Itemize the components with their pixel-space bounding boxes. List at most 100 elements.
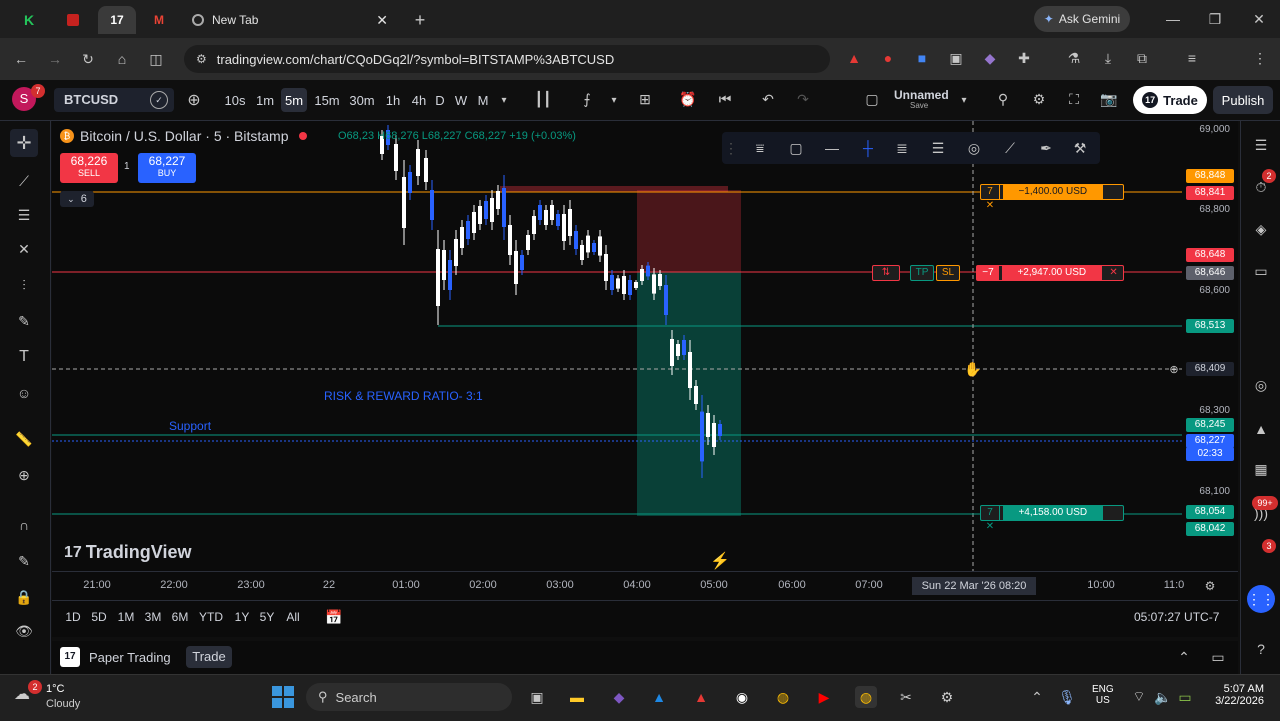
- horizontal-line-icon[interactable]: —: [820, 136, 844, 160]
- settings-app-icon[interactable]: ⚙: [936, 686, 958, 708]
- range-ytd[interactable]: YTD: [199, 610, 223, 624]
- stop-loss-zone: [637, 190, 741, 272]
- position-pnl-1: −1,400.00 USD: [1002, 185, 1103, 199]
- clock-timezone[interactable]: 05:07:27 UTC-7: [1134, 610, 1219, 624]
- range-1y[interactable]: 1Y: [235, 610, 250, 624]
- windows-taskbar: [0, 674, 1280, 721]
- taskbar-search[interactable]: ⚲ Search: [306, 683, 512, 711]
- range-bar: [52, 600, 1238, 637]
- support-annotation[interactable]: Support: [169, 419, 211, 433]
- range-5y[interactable]: 5Y: [260, 610, 275, 624]
- candle-body: [622, 276, 626, 294]
- cross-line-icon[interactable]: ┼: [856, 136, 880, 160]
- wifi-icon[interactable]: ⌔: [1130, 688, 1148, 706]
- pen-tool-icon[interactable]: ✒: [1034, 136, 1058, 160]
- mic-icon[interactable]: 🎙: [1058, 688, 1076, 706]
- task-view-icon[interactable]: ▣: [526, 686, 548, 708]
- chrome-active-icon[interactable]: ◍: [855, 686, 877, 708]
- candle-body: [466, 221, 470, 239]
- trade-panel-button[interactable]: Trade: [186, 646, 232, 668]
- youtube-icon[interactable]: ▶: [813, 686, 835, 708]
- windows-start-icon[interactable]: [272, 686, 294, 708]
- candle-body: [574, 231, 578, 249]
- maps-icon[interactable]: ◉: [731, 686, 753, 708]
- circle-tool-icon[interactable]: ◎: [962, 136, 986, 160]
- parallel-tool-icon[interactable]: ☰: [926, 136, 950, 160]
- hline-tool-icon[interactable]: ⩸: [748, 136, 772, 160]
- goto-date-icon[interactable]: 📅: [324, 607, 344, 627]
- range-1m[interactable]: 1M: [118, 610, 135, 624]
- candle-body: [646, 265, 650, 277]
- range-all[interactable]: All: [286, 610, 299, 624]
- tray-overflow-icon[interactable]: ⌃: [1028, 688, 1046, 706]
- price-label-68054: 68,054: [1186, 505, 1234, 519]
- time-tick: 06:00: [778, 579, 806, 591]
- position-label-2[interactable]: −7 +2,947.00 USD ✕: [976, 265, 1124, 281]
- position-qty-1: 7: [981, 185, 1000, 199]
- price-label-68042: 68,042: [1186, 522, 1234, 536]
- tv-watermark-icon: 17: [64, 543, 82, 561]
- reverse-position-icon[interactable]: ⇅: [872, 265, 900, 281]
- add-tp-button[interactable]: TP: [910, 265, 934, 281]
- axis-settings-icon[interactable]: ⚙: [1200, 577, 1220, 595]
- rr-annotation[interactable]: RISK & REWARD RATIO- 3:1: [324, 389, 483, 403]
- maximize-panel-icon[interactable]: ▭: [1208, 648, 1228, 666]
- position-pnl-3: +4,158.00 USD: [1002, 506, 1103, 520]
- candle-body: [424, 158, 428, 182]
- price-label-68848: 68,848: [1186, 169, 1234, 183]
- candle-body: [442, 250, 446, 280]
- add-alert-plus-icon[interactable]: ⊕: [1166, 362, 1182, 376]
- range-6m[interactable]: 6M: [172, 610, 189, 624]
- volume-icon[interactable]: 🔈: [1154, 688, 1172, 706]
- candle-body: [658, 274, 662, 286]
- language-indicator[interactable]: ENG US: [1092, 684, 1114, 706]
- range-5d[interactable]: 5D: [91, 610, 106, 624]
- range-3m[interactable]: 3M: [145, 610, 162, 624]
- price-tick: 68,100: [1199, 486, 1230, 497]
- drag-handle-icon[interactable]: ⋮: [724, 138, 738, 158]
- lightning-icon[interactable]: ⚡: [708, 550, 732, 572]
- candle-body: [550, 205, 554, 220]
- close-position-icon-2[interactable]: ✕: [1105, 266, 1123, 280]
- indicators-collapse[interactable]: ⌄ 6: [60, 191, 94, 207]
- close-position-icon-1[interactable]: ✕: [981, 199, 999, 213]
- system-clock[interactable]: 5:07 AM 3/22/2026: [1204, 683, 1264, 707]
- chevron-up-icon[interactable]: ⌃: [1174, 648, 1194, 666]
- store-icon[interactable]: ▲: [648, 686, 670, 708]
- chrome-icon[interactable]: ◍: [772, 686, 794, 708]
- rectangle-tool-icon[interactable]: ▢: [784, 136, 808, 160]
- file-explorer-icon[interactable]: ▬: [566, 686, 588, 708]
- ohlc-values: O68,23 H68,276 L68,227 C68,227 +19 (+0.0…: [338, 130, 576, 142]
- ray-tool-icon[interactable]: ⟋: [998, 136, 1022, 160]
- candle-body: [484, 201, 488, 219]
- floating-drawing-toolbar: ⋮ ⩸ ▢ — ┼ ≣ ☰ ◎ ⟋ ✒ ⚒: [722, 132, 1100, 164]
- buy-label: BUY: [157, 168, 177, 178]
- legend-title[interactable]: Bitcoin / U.S. Dollar · 5 · Bitstamp: [80, 128, 289, 144]
- language-code: ENG: [1092, 684, 1114, 695]
- candle-body: [586, 235, 590, 253]
- snipping-tool-icon[interactable]: ✂: [895, 686, 917, 708]
- price-label-crosshair: 68,409: [1186, 362, 1234, 376]
- candle-body: [508, 225, 512, 255]
- time-tick: 22: [322, 579, 336, 591]
- paper-trading-label[interactable]: Paper Trading: [89, 650, 171, 665]
- copilot-icon[interactable]: ◆: [608, 686, 630, 708]
- collapsed-count: 6: [80, 193, 87, 205]
- candle-body: [514, 251, 518, 284]
- candle-body: [490, 198, 494, 222]
- add-sl-button[interactable]: SL: [936, 265, 960, 281]
- sell-button[interactable]: 68,226 SELL: [60, 153, 118, 183]
- battery-icon[interactable]: ▭: [1176, 688, 1194, 706]
- range-1d[interactable]: 1D: [65, 610, 80, 624]
- brush-tool-icon[interactable]: ⚒: [1068, 136, 1092, 160]
- acrobat-icon[interactable]: ▲: [690, 686, 712, 708]
- price-label-68648: 68,648: [1186, 248, 1234, 262]
- buy-button[interactable]: 68,227 BUY: [138, 153, 196, 183]
- time-tick: 23:00: [237, 579, 265, 591]
- close-position-icon-3[interactable]: ✕: [981, 520, 999, 534]
- position-label-1[interactable]: 7 −1,400.00 USD ✕: [980, 184, 1124, 211]
- candle-body: [460, 227, 464, 248]
- position-label-3[interactable]: 7 +4,158.00 USD ✕: [980, 505, 1124, 532]
- candle-body: [598, 236, 602, 256]
- channel-tool-icon[interactable]: ≣: [890, 136, 914, 160]
